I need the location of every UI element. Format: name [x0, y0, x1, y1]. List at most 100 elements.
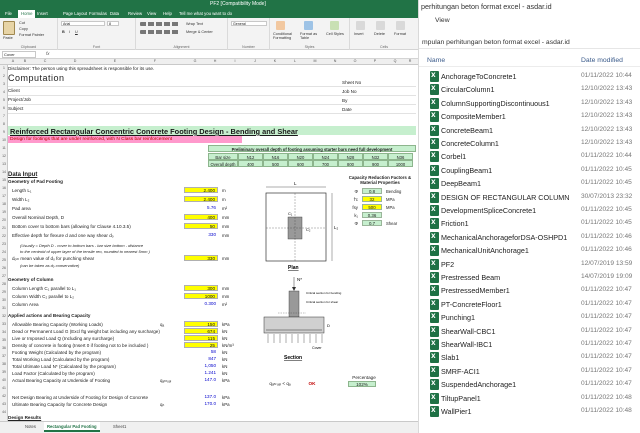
column-header[interactable]: M	[310, 59, 320, 63]
input-value[interactable]: 50	[184, 223, 218, 229]
format-painter-button[interactable]: Format Painter	[19, 33, 44, 37]
crf-value[interactable]: 500	[362, 204, 382, 210]
name-column-header[interactable]: Name	[427, 57, 445, 64]
row-header[interactable]: 17	[0, 194, 8, 198]
row-header[interactable]: 40	[0, 378, 8, 382]
column-header[interactable]: N	[330, 59, 340, 63]
column-header[interactable]: J	[250, 59, 260, 63]
wrap-text-button[interactable]: Wrap Text	[186, 22, 203, 26]
italic-button[interactable]: I	[69, 30, 70, 34]
input-value[interactable]: 2.400	[184, 187, 218, 193]
row-header[interactable]: 16	[0, 186, 8, 190]
column-header[interactable]: B	[20, 59, 30, 63]
row-header[interactable]: 13	[0, 162, 8, 166]
merge-center-button[interactable]: Merge & Center	[186, 30, 213, 34]
format-table-button[interactable]: Format as Table	[300, 32, 322, 40]
row-header[interactable]: 27	[0, 274, 8, 278]
input-value[interactable]: 847	[184, 356, 218, 362]
row-header[interactable]: 15	[0, 178, 8, 182]
row-header[interactable]: 37	[0, 354, 8, 358]
insert-cells-button[interactable]: Insert	[354, 32, 364, 36]
sheet-tab[interactable]: Notes	[22, 422, 39, 432]
row-header[interactable]: 7	[0, 114, 8, 118]
paste-icon[interactable]	[3, 21, 15, 35]
column-header[interactable]: F	[150, 59, 160, 63]
row-header[interactable]: 22	[0, 234, 8, 238]
input-value[interactable]: 1,050	[184, 363, 218, 369]
row-header[interactable]: 10	[0, 138, 8, 142]
row-header[interactable]: 39	[0, 370, 8, 374]
crf-value[interactable]: 0.7	[362, 220, 382, 226]
ribbon-tab[interactable]: Home	[18, 10, 36, 18]
row-header[interactable]: 33	[0, 322, 8, 326]
ribbon-tab[interactable]: Insert	[34, 10, 51, 18]
input-value[interactable]: 400	[184, 214, 218, 220]
column-header[interactable]: P	[370, 59, 380, 63]
delete-cells-icon[interactable]	[376, 21, 385, 30]
input-value[interactable]: 300	[184, 285, 218, 291]
row-header[interactable]: 28	[0, 282, 8, 286]
row-header[interactable]: 29	[0, 290, 8, 294]
row-header[interactable]: 42	[0, 394, 8, 398]
row-header[interactable]: 5	[0, 98, 8, 102]
column-header[interactable]: D	[70, 59, 80, 63]
row-header[interactable]: 12	[0, 154, 8, 158]
column-header[interactable]: I	[230, 59, 240, 63]
column-header[interactable]: O	[350, 59, 360, 63]
ribbon-tab[interactable]: File	[2, 10, 15, 18]
cell-styles-button[interactable]: Cell Styles	[326, 32, 344, 36]
input-value[interactable]: 330	[184, 232, 218, 238]
input-value[interactable]: 674	[184, 328, 218, 334]
input-value[interactable]: 170.0	[184, 401, 218, 407]
format-cells-button[interactable]: Format	[394, 32, 406, 36]
row-header[interactable]: 23	[0, 242, 8, 246]
input-value[interactable]: 25	[184, 342, 218, 348]
input-value[interactable]: 1.241	[184, 370, 218, 376]
input-value[interactable]: 115	[184, 335, 218, 341]
sheet-tab[interactable]: Rectangular Pad Footing	[44, 422, 100, 432]
row-header[interactable]: 3	[0, 82, 8, 86]
column-header[interactable]: L	[290, 59, 300, 63]
column-header[interactable]: E	[110, 59, 120, 63]
row-header[interactable]: 35	[0, 338, 8, 342]
row-header[interactable]: 1	[0, 66, 8, 70]
paste-button[interactable]: Paste	[3, 36, 13, 40]
ribbon-tab[interactable]: Help	[160, 10, 175, 18]
delete-cells-button[interactable]: Delete	[374, 32, 385, 36]
row-header[interactable]: 41	[0, 386, 8, 390]
ribbon-tab[interactable]: Tell me what you want to do	[176, 10, 235, 18]
input-value[interactable]: 2.400	[184, 196, 218, 202]
crf-value[interactable]: 0.36	[362, 212, 382, 218]
crf-value[interactable]: 0.8	[362, 188, 382, 194]
file-row[interactable]: WallPier1 01/11/2022 10:48	[419, 403, 640, 420]
row-header[interactable]: 25	[0, 258, 8, 262]
cell-styles-icon[interactable]	[330, 21, 339, 30]
input-value[interactable]: 1000	[184, 293, 218, 299]
align-icon[interactable]	[140, 22, 180, 26]
input-value[interactable]: 150	[184, 321, 218, 327]
font-name-select[interactable]: Arial	[61, 21, 105, 26]
bold-button[interactable]: B	[62, 30, 65, 34]
column-header[interactable]: G	[190, 59, 200, 63]
row-header[interactable]: 6	[0, 106, 8, 110]
row-header[interactable]: 11	[0, 146, 8, 150]
insert-cells-icon[interactable]	[356, 21, 365, 30]
indent-icon[interactable]	[140, 30, 180, 34]
row-header[interactable]: 21	[0, 226, 8, 230]
column-header[interactable]: H	[210, 59, 220, 63]
breadcrumb[interactable]: mpulan perhitungan beton format excel - …	[419, 36, 640, 49]
row-header[interactable]: 14	[0, 170, 8, 174]
conditional-formatting-button[interactable]: Conditional Formatting	[273, 32, 297, 40]
dom-value[interactable]: 330	[184, 255, 218, 261]
sheet-tab[interactable]: Sheet1	[110, 422, 129, 432]
cut-button[interactable]: Cut	[19, 21, 25, 25]
number-format-select[interactable]: General	[231, 21, 267, 26]
ribbon-tab[interactable]: Data	[107, 10, 122, 18]
input-value[interactable]: 137.0	[184, 394, 218, 400]
column-header[interactable]: Q	[390, 59, 400, 63]
column-header[interactable]: A	[8, 59, 18, 63]
format-cells-icon[interactable]	[396, 21, 405, 30]
copy-button[interactable]: Copy	[19, 27, 28, 31]
worksheet[interactable]: Disclaimer: The person using this spread…	[8, 65, 418, 421]
row-header[interactable]: 31	[0, 306, 8, 310]
